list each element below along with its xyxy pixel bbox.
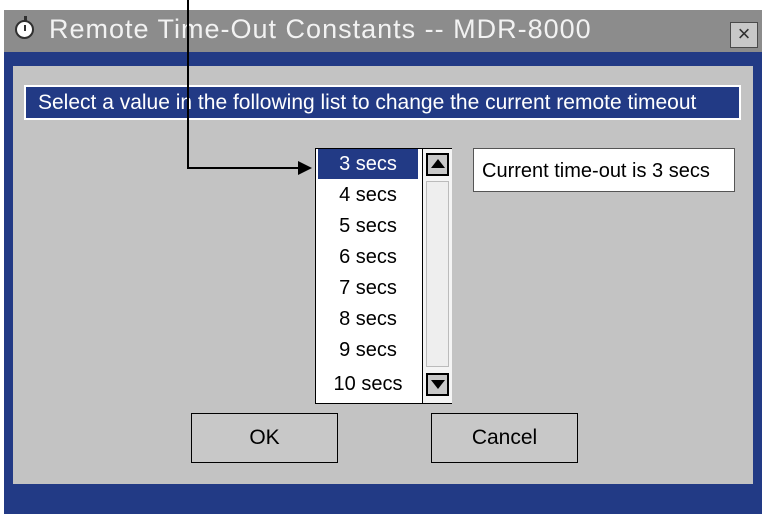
arrow-up-icon	[431, 159, 445, 168]
window-title: Remote Time-Out Constants -- MDR-8000	[49, 14, 592, 44]
current-timeout-display: Current time-out is 3 secs	[473, 148, 735, 192]
list-item-4-secs[interactable]: 4 secs	[318, 180, 418, 210]
scroll-up-button[interactable]	[426, 153, 449, 176]
close-button[interactable]: ×	[730, 22, 758, 48]
timeout-listbox[interactable]: 3 secs 4 secs 5 secs 6 secs 7 secs 8 sec…	[315, 148, 452, 404]
callout-line-vertical	[187, 0, 189, 169]
callout-arrow-icon	[298, 161, 312, 175]
arrow-down-icon	[431, 380, 445, 389]
list-item-9-secs[interactable]: 9 secs	[318, 335, 418, 365]
cancel-button[interactable]: Cancel	[431, 413, 578, 463]
scroll-thumb[interactable]	[426, 181, 449, 367]
list-scrollbar[interactable]	[422, 149, 452, 403]
callout-line-horizontal	[187, 167, 299, 169]
list-item-8-secs[interactable]: 8 secs	[318, 304, 418, 334]
list-item-10-secs[interactable]: 10 secs	[318, 369, 418, 399]
stopwatch-icon	[15, 16, 34, 39]
list-item-5-secs[interactable]: 5 secs	[318, 211, 418, 241]
ok-button[interactable]: OK	[191, 413, 338, 463]
list-item-7-secs[interactable]: 7 secs	[318, 273, 418, 303]
list-item-6-secs[interactable]: 6 secs	[318, 242, 418, 272]
instruction-label: Select a value in the following list to …	[24, 85, 741, 120]
title-bar: Remote Time-Out Constants -- MDR-8000 ×	[4, 10, 762, 52]
list-item-3-secs[interactable]: 3 secs	[318, 149, 418, 179]
scroll-down-button[interactable]	[426, 373, 449, 396]
